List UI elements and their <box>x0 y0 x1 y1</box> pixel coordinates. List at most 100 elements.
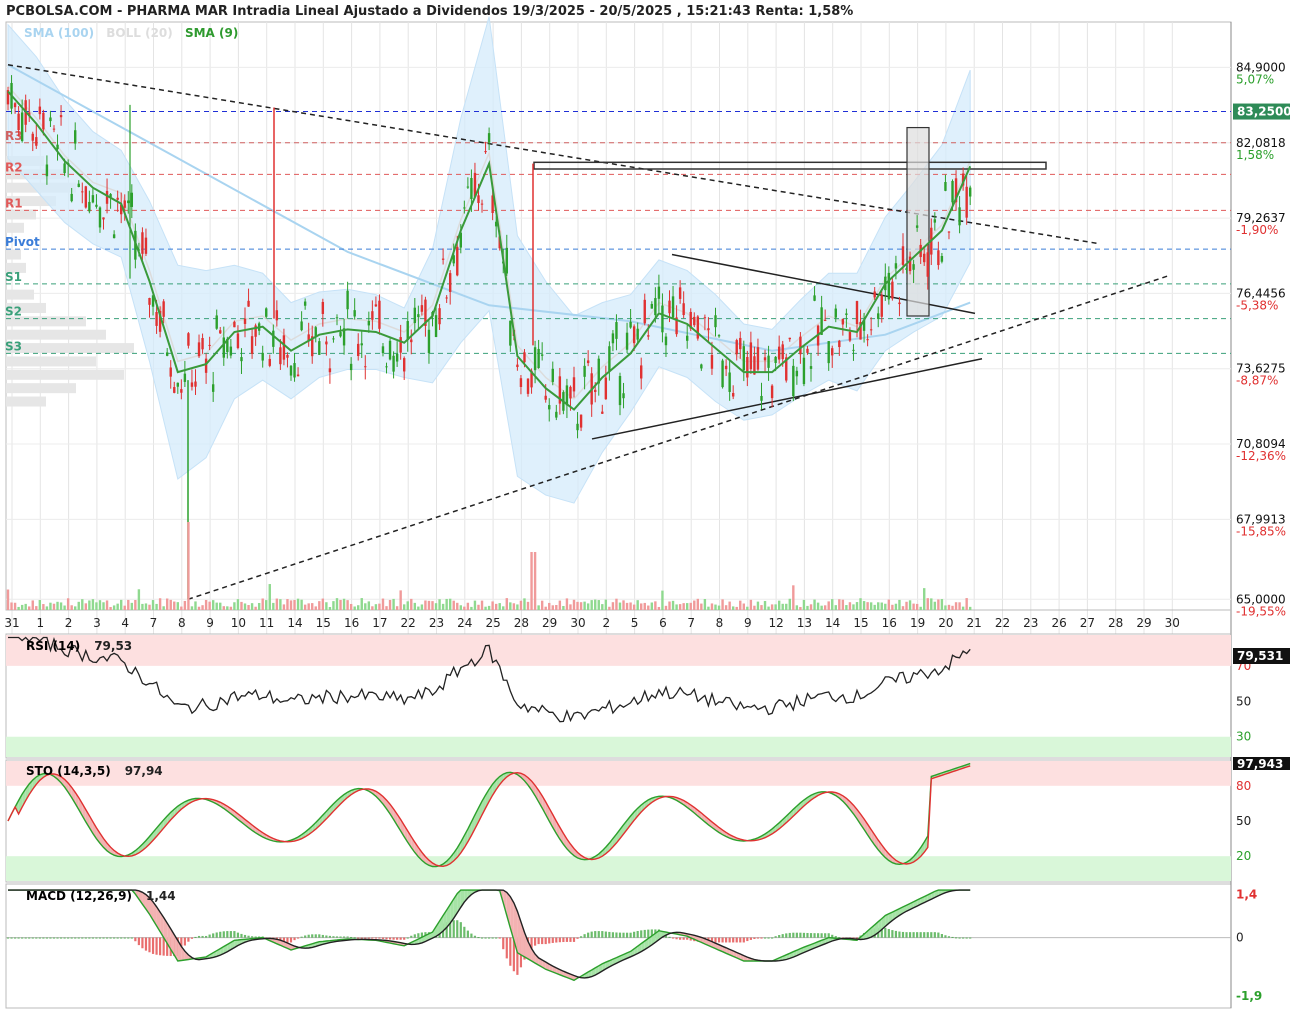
volume-bar <box>834 605 837 610</box>
volume-bar <box>261 598 264 610</box>
x-tick-label: 19 <box>910 616 925 630</box>
x-tick-label: 1 <box>36 616 44 630</box>
volume-bar <box>470 606 473 610</box>
macd-panel <box>5 883 1232 1009</box>
y-pct-label: -19,55% <box>1236 604 1286 618</box>
volume-bar <box>77 601 80 610</box>
chart-canvas: 31 1 2 3 4 7 8 9 10 11 14 15 16 17 22 23 24 25 28 29 30 2 5 6 7 8… <box>4 16 1292 1009</box>
macd-hist-bar <box>597 931 600 938</box>
sto-current-text: 97,943 <box>1237 757 1283 771</box>
volume-bar <box>583 601 586 610</box>
volume-bar <box>781 603 784 610</box>
macd-hist-bar <box>367 937 370 939</box>
macd-hist-bar <box>350 936 353 938</box>
volume-bar <box>965 598 968 610</box>
price-candle <box>240 357 243 362</box>
macd-hist-bar <box>378 937 381 939</box>
price-candle <box>395 353 399 362</box>
volume-bar <box>31 600 34 610</box>
volume-bar <box>686 603 689 610</box>
volume-bar <box>735 606 738 610</box>
volume-bar <box>28 606 31 610</box>
volume-bar <box>109 606 112 610</box>
price-candle <box>647 335 650 337</box>
macd-hist-bar <box>760 937 763 939</box>
price-candle <box>802 357 806 385</box>
price-candle <box>569 386 572 399</box>
price-candle <box>95 204 98 207</box>
volume-bar <box>424 600 427 610</box>
macd-hist-bar <box>304 935 307 938</box>
macd-hist-bar <box>194 936 197 938</box>
x-tick-label: 27 <box>1080 616 1095 630</box>
price-candle <box>901 246 905 265</box>
price-candle <box>746 357 749 378</box>
legend-sma9: SMA (9) <box>184 26 239 40</box>
macd-hist-bar <box>413 934 416 938</box>
macd-hist-bar <box>296 937 300 939</box>
price-candle <box>445 297 448 299</box>
volume-bar <box>915 603 919 610</box>
volume-bar <box>321 598 325 610</box>
volume-bar <box>190 606 194 610</box>
macd-hist-bar <box>31 937 34 939</box>
price-candle <box>112 234 116 239</box>
volume-bar <box>601 604 604 610</box>
price-candle <box>155 311 158 326</box>
macd-hist-bar <box>742 937 745 943</box>
macd-hist-bar <box>565 937 569 942</box>
price-candle <box>388 340 392 360</box>
price-candle <box>105 190 109 204</box>
macd-hist-bar <box>155 937 158 955</box>
volume-bar <box>268 584 271 610</box>
volume-bar <box>516 604 519 610</box>
volume-bar <box>20 604 24 610</box>
volume-bar <box>197 606 201 610</box>
volume-bar <box>905 601 908 610</box>
price-candle <box>38 106 42 115</box>
volume-bar <box>254 606 257 610</box>
macd-hist-bar <box>243 934 247 938</box>
volume-bar <box>222 606 225 610</box>
volume-bar <box>569 604 572 610</box>
volume-bar <box>629 602 632 610</box>
volume-bar <box>558 600 562 610</box>
macd-hist-bar <box>763 937 767 939</box>
volume-bar <box>763 600 767 610</box>
price-candle <box>937 250 940 266</box>
volume-bar <box>120 599 123 610</box>
volume-bar <box>625 602 629 610</box>
rsi-overbought-zone <box>6 635 1231 666</box>
legend-sma100: SMA (100) <box>24 26 95 40</box>
volume-bar <box>873 604 876 610</box>
macd-hist-bar <box>954 937 958 939</box>
price-candle <box>45 164 49 177</box>
volume-bar <box>724 605 728 610</box>
macd-hist-bar <box>410 935 413 938</box>
price-candle <box>180 389 183 393</box>
price-candle <box>668 300 671 314</box>
volume-bar <box>671 600 675 610</box>
price-candle <box>332 338 335 340</box>
price-candle <box>576 423 579 431</box>
price-candle <box>654 298 657 316</box>
macd-hist-bar <box>201 935 204 938</box>
price-candle <box>823 319 827 321</box>
current-price-text: 83,2500 <box>1237 105 1292 119</box>
price-candle <box>130 192 134 207</box>
price-candle <box>215 315 218 329</box>
volume-profile-bar <box>6 383 76 394</box>
macd-hist-bar <box>824 933 827 938</box>
macd-hist-bar <box>799 932 802 938</box>
volume-bar <box>35 606 38 610</box>
price-candle <box>608 346 611 371</box>
price-candle <box>325 341 328 345</box>
level-label-r1: R1 <box>5 196 23 210</box>
price-candle <box>413 307 417 324</box>
price-candle <box>650 303 654 309</box>
price-candle <box>183 373 187 382</box>
volume-bar <box>247 605 250 610</box>
volume-bar <box>866 602 869 610</box>
macd-hist-bar <box>74 937 77 939</box>
price-candle <box>519 378 523 387</box>
